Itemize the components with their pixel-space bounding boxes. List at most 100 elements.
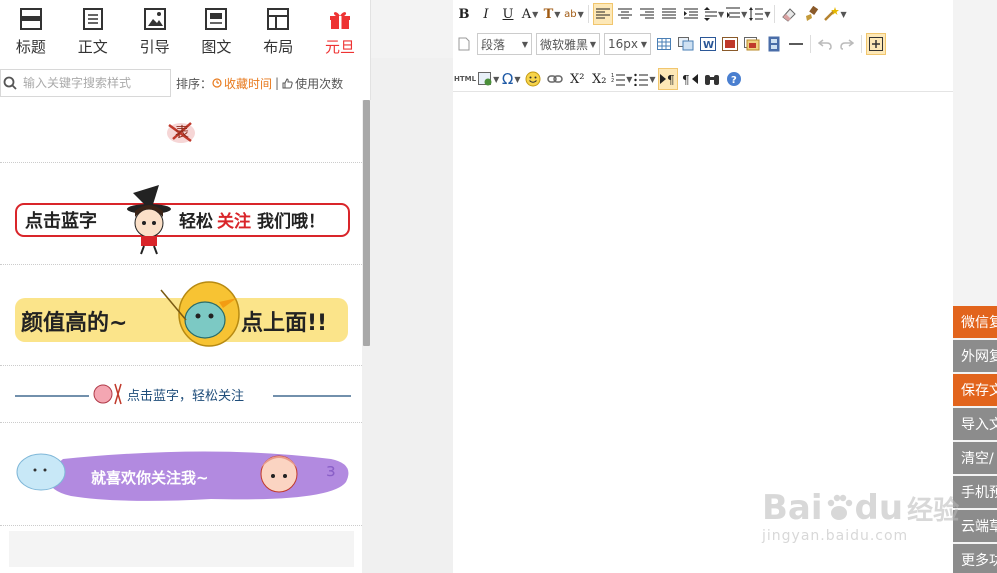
text-direction-ltr-button[interactable]: ¶: [657, 68, 678, 90]
paragraph-select[interactable]: 段落 ▼: [477, 33, 532, 55]
align-center-button[interactable]: [615, 3, 635, 25]
indent-icon: [684, 8, 698, 19]
template-click-blue-follow[interactable]: 点击蓝字 轻松 关注 我们哦！: [0, 163, 362, 265]
template-next[interactable]: [0, 526, 362, 567]
font-color-button[interactable]: A ▼: [520, 3, 540, 25]
tab-picture-text[interactable]: 图文: [185, 0, 247, 62]
redo-button[interactable]: [837, 33, 857, 55]
eraser-button[interactable]: [779, 3, 799, 25]
template-list-scrollbar[interactable]: [362, 100, 371, 573]
binoculars-icon: [704, 75, 719, 85]
tab-title[interactable]: 标题: [0, 0, 62, 62]
ordered-list-button[interactable]: 1 2 ▼: [611, 68, 632, 90]
superscript-button[interactable]: X²: [567, 68, 587, 90]
font-family-select[interactable]: 微软雅黑 ▼: [536, 33, 600, 55]
sort-by-favorite[interactable]: 收藏时间: [212, 75, 272, 92]
magic-wand-icon: [824, 7, 840, 21]
editor-content-area[interactable]: [453, 92, 953, 573]
expand-button[interactable]: [866, 33, 886, 55]
chevron-down-icon: ▼: [532, 9, 539, 19]
mobile-preview-button[interactable]: 手机预: [953, 476, 997, 508]
chevron-down-icon: ▼: [577, 9, 584, 19]
picture-icon: [722, 37, 738, 51]
redo-icon: [840, 39, 854, 50]
align-justify-button[interactable]: [659, 3, 679, 25]
toolbar-row-3: HTML ▼ Ω ▼ X² X₂ 1 2 ▼ ▼ ¶ ¶ ?: [453, 66, 745, 92]
spellcheck-button[interactable]: ab ▼: [564, 3, 584, 25]
horizontal-rule-button[interactable]: [786, 33, 806, 55]
find-replace-button[interactable]: [702, 68, 722, 90]
template-line-follow[interactable]: 点击蓝字，轻松关注: [0, 366, 362, 423]
insert-video-button[interactable]: [764, 33, 784, 55]
brush-icon: [806, 6, 819, 21]
emoji-button[interactable]: [523, 68, 543, 90]
indent-button[interactable]: [681, 3, 701, 25]
scrollbar-thumb[interactable]: [363, 100, 370, 346]
insert-gallery-button[interactable]: [742, 33, 762, 55]
save-article-button[interactable]: 保存文: [953, 374, 997, 406]
help-button[interactable]: ?: [724, 68, 744, 90]
line-follow-text: 点击蓝字，轻松关注: [127, 389, 244, 404]
format-painter-button[interactable]: [801, 3, 821, 25]
toolbar-row-2: 段落 ▼ 微软雅黑 ▼ 16px ▼ W: [453, 31, 887, 57]
toolbar-row-1: B I U A ▼ T ▼ ab ▼ ▼ ▼ ▼ ▼: [453, 1, 848, 27]
link-icon: [547, 75, 563, 83]
template-sticker[interactable]: 表: [0, 100, 362, 163]
curl-decoration: ɜ: [326, 460, 336, 481]
align-left-button[interactable]: [593, 3, 613, 25]
document-icon: [458, 37, 470, 51]
align-left-icon: [596, 8, 610, 19]
more-functions-button[interactable]: 更多功: [953, 544, 997, 573]
bold-button[interactable]: B: [454, 3, 474, 25]
subscript-button[interactable]: X₂: [589, 68, 609, 90]
chevron-down-icon: ▼: [840, 9, 847, 19]
yellow-banner: 颜值高的~ 点上面!!: [15, 281, 348, 347]
thumbs-up-icon: [282, 77, 293, 89]
line-spacing-button[interactable]: ▼: [703, 3, 724, 25]
insert-frame-button[interactable]: ▼: [478, 68, 499, 90]
template-purple-cloud[interactable]: 就喜欢你关注我~ ɜ: [0, 423, 362, 526]
clear-button[interactable]: 清空/: [953, 442, 997, 474]
undo-button[interactable]: [815, 33, 835, 55]
special-char-button[interactable]: Ω ▼: [501, 68, 521, 90]
external-copy-button[interactable]: 外网复: [953, 340, 997, 372]
eraser-icon: [782, 8, 797, 22]
align-right-button[interactable]: [637, 3, 657, 25]
import-article-button[interactable]: 导入文: [953, 408, 997, 440]
toolbar-separator: [588, 5, 589, 23]
magic-wand-button[interactable]: ▼: [823, 3, 847, 25]
tab-label: 图文: [201, 38, 232, 56]
insert-image-button[interactable]: [676, 33, 696, 55]
row-spacing-button[interactable]: ▼: [749, 3, 770, 25]
toolbar-separator: [774, 5, 776, 23]
tab-body[interactable]: 正文: [62, 0, 124, 62]
chevron-down-icon: ▼: [514, 74, 521, 84]
text-direction-rtl-button[interactable]: ¶: [680, 68, 700, 90]
new-document-button[interactable]: [454, 33, 474, 55]
align-center-icon: [618, 8, 632, 19]
paragraph-spacing-top-button[interactable]: ▼: [726, 3, 747, 25]
insert-word-button[interactable]: W: [698, 33, 718, 55]
wechat-copy-button[interactable]: 微信复: [953, 306, 997, 338]
insert-table-button[interactable]: [654, 33, 674, 55]
align-justify-icon: [662, 8, 676, 19]
italic-button[interactable]: I: [476, 3, 496, 25]
underline-button[interactable]: U: [498, 3, 518, 25]
search-input[interactable]: [23, 76, 163, 90]
html-source-button[interactable]: HTML: [454, 68, 476, 90]
tab-label: 元旦: [325, 38, 356, 56]
cloud-draft-button[interactable]: 云端草: [953, 510, 997, 542]
unordered-list-button[interactable]: ▼: [634, 68, 656, 90]
tab-new-year[interactable]: 元旦: [309, 0, 371, 62]
link-button[interactable]: [545, 68, 565, 90]
clock-icon: [212, 78, 222, 88]
background-color-button[interactable]: T ▼: [542, 3, 562, 25]
tab-layout[interactable]: 布局: [247, 0, 309, 62]
sort-by-usage[interactable]: 使用次数: [282, 75, 343, 92]
undo-icon: [818, 39, 832, 50]
tab-guide[interactable]: 引导: [124, 0, 186, 62]
insert-picture-button[interactable]: [720, 33, 740, 55]
font-size-select[interactable]: 16px ▼: [604, 33, 651, 55]
editor-app: 标题 正文 引导 图文 布局 元旦 输入关键字搜索样式 排序： 收藏时间 | 使…: [0, 0, 997, 573]
template-looks-good-click-top[interactable]: 颜值高的~ 点上面!!: [0, 265, 362, 366]
